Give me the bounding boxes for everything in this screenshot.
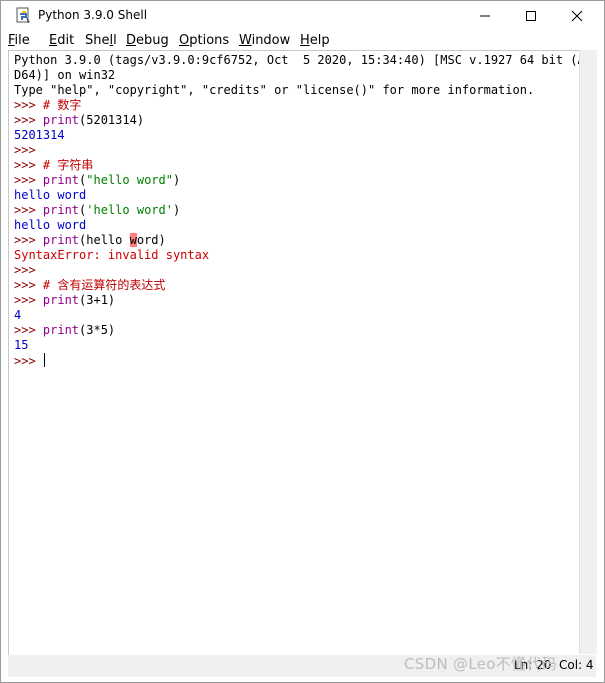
status-column: Col: 4: [559, 658, 594, 672]
shell-line: >>>: [14, 263, 579, 278]
shell-line: >>> # 字符串: [14, 158, 579, 173]
vertical-scrollbar[interactable]: [579, 50, 597, 654]
shell-token: print: [42, 293, 80, 307]
shell-line: 5201314: [14, 128, 579, 143]
shell-token: # 字符串: [42, 158, 94, 172]
menu-file[interactable]: File: [8, 33, 30, 48]
text-cursor: [43, 353, 45, 367]
shell-token: Type "help", "copyright", "credits" or "…: [14, 83, 535, 97]
menu-debug[interactable]: Debug: [126, 33, 169, 48]
shell-line: >>>: [14, 143, 579, 158]
shell-line: >>> print(3+1): [14, 293, 579, 308]
shell-token: ): [172, 203, 181, 217]
shell-token: "hello word": [86, 173, 173, 187]
shell-token: print: [42, 173, 80, 187]
shell-token: 'hello word': [86, 203, 173, 217]
shell-token: >>>: [14, 203, 43, 217]
window-title: Python 3.9.0 Shell: [38, 8, 148, 22]
shell-token: 4: [14, 308, 22, 322]
shell-token: >>>: [14, 143, 43, 157]
shell-token: >>>: [14, 98, 43, 112]
maximize-button[interactable]: [508, 1, 554, 31]
menu-options[interactable]: Options: [179, 33, 229, 48]
shell-token: (3*5): [79, 323, 116, 337]
shell-token: >>>: [14, 113, 43, 127]
shell-token: print: [42, 113, 80, 127]
minimize-button[interactable]: [462, 1, 508, 31]
shell-line: >>> print(hello word): [14, 233, 579, 248]
shell-token: >>>: [14, 263, 43, 277]
shell-token: # 含有运算符的表达式: [42, 278, 166, 292]
shell-line: SyntaxError: invalid syntax: [14, 248, 579, 263]
shell-token: >>>: [14, 293, 43, 307]
shell-token: >>>: [14, 173, 43, 187]
shell-line: >>> print(3*5): [14, 323, 579, 338]
menu-window[interactable]: Window: [239, 33, 290, 48]
menu-help[interactable]: Help: [300, 33, 330, 48]
menu-shell[interactable]: Shell: [85, 33, 117, 48]
minimize-icon: [479, 7, 491, 26]
error-highlight: w: [129, 233, 137, 247]
shell-line: >>>: [14, 353, 579, 368]
python-idle-icon: [15, 7, 33, 25]
shell-token: hello word: [14, 218, 87, 232]
shell-token: ord): [136, 233, 166, 247]
close-button[interactable]: [554, 1, 600, 31]
shell-line: hello word: [14, 218, 579, 233]
shell-token: >>>: [14, 278, 43, 292]
shell-line: D64)] on win32: [14, 68, 579, 83]
shell-token: (hello: [79, 233, 130, 247]
shell-token: >>>: [14, 354, 43, 368]
shell-token: D64)] on win32: [14, 68, 116, 82]
shell-token: >>>: [14, 233, 43, 247]
shell-token: # 数字: [42, 98, 82, 112]
shell-token: hello word: [14, 188, 87, 202]
shell-line: Type "help", "copyright", "credits" or "…: [14, 83, 579, 98]
shell-line: >>> # 数字: [14, 98, 579, 113]
close-icon: [571, 7, 583, 26]
shell-line: 4: [14, 308, 579, 323]
shell-token: print: [42, 323, 80, 337]
shell-token: >>>: [14, 158, 43, 172]
shell-line: hello word: [14, 188, 579, 203]
shell-token: 15: [14, 338, 29, 352]
title-bar[interactable]: Python 3.9.0 Shell: [1, 1, 604, 31]
menu-bar: File Edit Shell Debug Options Window Hel…: [1, 31, 604, 51]
shell-line: >>> print('hello word'): [14, 203, 579, 218]
shell-output: Python 3.9.0 (tags/v3.9.0:9cf6752, Oct 5…: [14, 53, 579, 368]
shell-line: Python 3.9.0 (tags/v3.9.0:9cf6752, Oct 5…: [14, 53, 579, 68]
watermark-text: CSDN @Leo不懂代码: [404, 655, 557, 673]
shell-token: (5201314): [79, 113, 145, 127]
shell-text-area[interactable]: Python 3.9.0 (tags/v3.9.0:9cf6752, Oct 5…: [8, 50, 579, 655]
shell-token: print: [42, 203, 80, 217]
shell-token: ): [172, 173, 181, 187]
shell-token: Python 3.9.0 (tags/v3.9.0:9cf6752, Oct 5…: [14, 53, 579, 67]
shell-token: >>>: [14, 323, 43, 337]
shell-line: 15: [14, 338, 579, 353]
shell-token: 5201314: [14, 128, 65, 142]
shell-line: >>> # 含有运算符的表达式: [14, 278, 579, 293]
shell-token: SyntaxError: invalid syntax: [14, 248, 210, 262]
menu-edit[interactable]: Edit: [49, 33, 74, 48]
shell-token: print: [42, 233, 80, 247]
shell-token: (3+1): [79, 293, 116, 307]
shell-line: >>> print(5201314): [14, 113, 579, 128]
maximize-icon: [525, 7, 537, 26]
shell-line: >>> print("hello word"): [14, 173, 579, 188]
